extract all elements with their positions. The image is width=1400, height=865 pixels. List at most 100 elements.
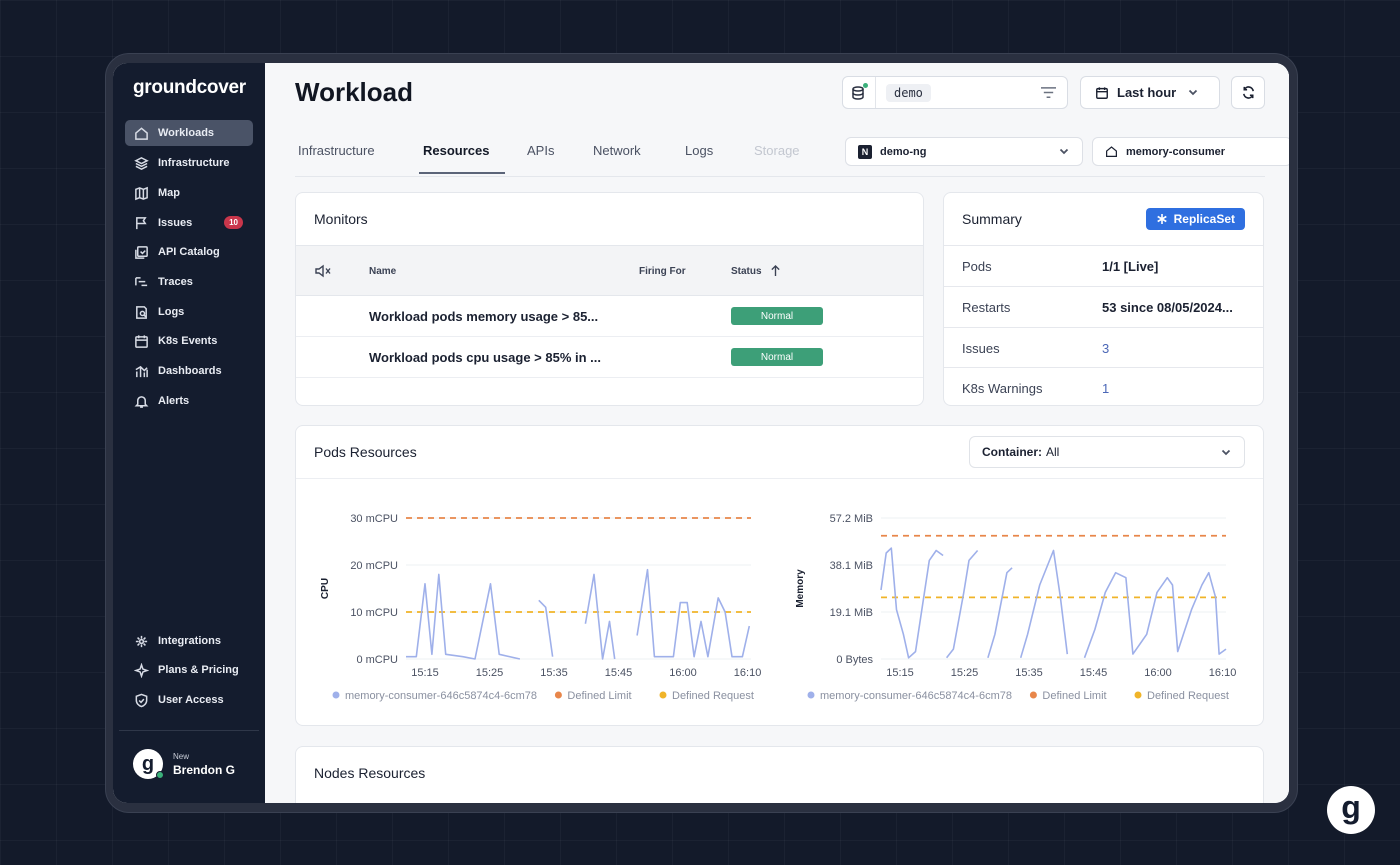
sidebar-item-plans-pricing[interactable]: Plans & Pricing	[125, 657, 253, 683]
legend-label: Defined Request	[672, 690, 754, 702]
sidebar-item-infrastructure[interactable]: Infrastructure	[125, 150, 253, 176]
column-name[interactable]: Name	[369, 266, 396, 277]
user-menu[interactable]: g New Brendon G	[133, 749, 235, 779]
y-tick-label: 19.1 MiB	[830, 607, 873, 619]
groundcover-floating-logo[interactable]: g	[1327, 786, 1375, 834]
bell-icon	[133, 393, 149, 409]
sidebar-item-logs[interactable]: Logs	[125, 299, 253, 325]
chevron-down-icon	[1058, 145, 1070, 160]
replicaset-label: ReplicaSet	[1173, 212, 1235, 226]
y-tick-label: 30 mCPU	[350, 513, 398, 525]
time-range-label: Last hour	[1117, 85, 1177, 100]
user-tag: New	[173, 751, 190, 761]
sidebar-item-map[interactable]: Map	[125, 180, 253, 206]
avatar-letter: g	[141, 753, 155, 775]
sidebar-item-integrations[interactable]: Integrations	[125, 628, 253, 654]
tab-resources[interactable]: Resources	[419, 143, 506, 174]
top-bar: Workload demo Last hour	[265, 63, 1289, 123]
snowflake-icon	[1156, 214, 1167, 224]
mute-icon[interactable]	[314, 263, 332, 284]
legend-marker	[1029, 691, 1037, 699]
tab-infrastructure[interactable]: Infrastructure	[298, 143, 375, 172]
namespace-icon: N	[858, 144, 872, 159]
online-status-dot	[156, 771, 164, 779]
chevron-down-icon	[1187, 86, 1207, 101]
sort-up-icon[interactable]	[770, 264, 781, 282]
y-tick-label: 10 mCPU	[350, 607, 398, 619]
sidebar-item-k8s-events[interactable]: K8s Events	[125, 328, 253, 354]
legend-label: memory-consumer-646c5874c4-6cm78	[820, 690, 1012, 702]
y-axis-label: CPU	[320, 578, 331, 599]
table-row[interactable]: Workload pods cpu usage > 85% in ... Nor…	[296, 337, 923, 378]
workload-selector[interactable]: memory-consumer	[1092, 137, 1289, 166]
series-line	[1083, 571, 1227, 659]
sidebar-item-issues[interactable]: Issues 10	[125, 210, 253, 236]
legend-marker	[807, 691, 815, 699]
series-line	[406, 573, 521, 660]
cpu-chart: 0 mCPU 10 mCPU 20 mCPU 30 mCPU CPU 15:15 15:25…	[320, 513, 762, 702]
filter-icon[interactable]	[1040, 85, 1057, 105]
sidebar-item-workloads[interactable]: Workloads	[125, 120, 253, 146]
container-selector[interactable]: Container: All	[969, 436, 1245, 468]
tab-apis[interactable]: APIs	[527, 143, 554, 172]
column-status[interactable]: Status	[731, 266, 762, 277]
summary-value-link[interactable]: 1	[1102, 381, 1109, 396]
x-tick-label: 16:10	[1209, 667, 1237, 679]
series-line	[987, 567, 1013, 659]
namespace-value: demo-ng	[880, 145, 927, 158]
legend-label: Defined Limit	[567, 690, 631, 702]
nodes-resources-card: Nodes Resources	[295, 746, 1264, 803]
legend-marker	[659, 691, 667, 699]
replicaset-badge[interactable]: ReplicaSet	[1145, 208, 1245, 230]
logs-icon	[133, 304, 149, 320]
dashboards-icon	[133, 363, 149, 379]
sidebar-item-label: K8s Events	[158, 335, 218, 347]
calendar-icon	[1096, 86, 1108, 99]
x-tick-label: 15:25	[951, 667, 979, 679]
sidebar-item-traces[interactable]: Traces	[125, 269, 253, 295]
sidebar-item-label: Workloads	[158, 127, 215, 139]
x-tick-label: 15:35	[1015, 667, 1043, 679]
summary-row-restarts: Restarts 53 since 08/05/2024...	[944, 286, 1263, 327]
connected-dot	[863, 83, 868, 88]
sidebar-item-dashboards[interactable]: Dashboards	[125, 358, 253, 384]
app-window: groundcover Workloads Infrastructure Map…	[113, 63, 1289, 803]
column-firing-for[interactable]: Firing For	[639, 266, 686, 277]
sidebar-item-label: API Catalog	[158, 246, 220, 258]
workload-value: memory-consumer	[1126, 145, 1226, 158]
time-range-picker[interactable]: Last hour	[1080, 76, 1220, 109]
sidebar-item-api-catalog[interactable]: API Catalog	[125, 239, 253, 265]
tab-storage: Storage	[754, 143, 800, 158]
user-name: Brendon G	[173, 762, 235, 777]
main-content: Workload demo Last hour Infrastructure R	[265, 63, 1289, 803]
pods-resources-title: Pods Resources	[314, 444, 417, 460]
environment-selector[interactable]: demo	[842, 76, 1068, 109]
x-tick-label: 15:15	[411, 667, 439, 679]
summary-row-issues[interactable]: Issues 3	[944, 327, 1263, 368]
sidebar-item-label: Plans & Pricing	[158, 664, 239, 676]
sidebar-item-label: Logs	[158, 306, 185, 318]
table-row[interactable]: Workload pods memory usage > 85... Norma…	[296, 296, 923, 337]
y-tick-label: 0 Bytes	[836, 654, 873, 666]
namespace-selector[interactable]: N demo-ng	[845, 137, 1083, 166]
series-line	[538, 599, 554, 657]
refresh-button[interactable]	[1231, 76, 1265, 109]
sidebar-item-alerts[interactable]: Alerts	[125, 388, 253, 414]
x-tick-label: 15:35	[540, 667, 568, 679]
y-tick-label: 38.1 MiB	[830, 560, 873, 572]
sidebar-item-user-access[interactable]: User Access	[125, 687, 253, 713]
x-tick-label: 16:10	[734, 667, 762, 679]
summary-card: Summary ReplicaSet Pods 1/1 [Live] Resta…	[943, 192, 1264, 406]
tab-network[interactable]: Network	[593, 143, 641, 172]
series-line	[584, 573, 616, 660]
legend-marker	[1134, 691, 1142, 699]
legend-marker	[554, 691, 562, 699]
integrations-icon	[133, 633, 149, 649]
summary-key: Restarts	[962, 300, 1011, 315]
summary-row-pods: Pods 1/1 [Live]	[944, 245, 1263, 286]
summary-row-k8s-warnings[interactable]: K8s Warnings 1	[944, 367, 1263, 405]
tab-logs[interactable]: Logs	[685, 143, 713, 172]
summary-value-link[interactable]: 3	[1102, 341, 1109, 356]
api-catalog-icon	[133, 244, 149, 260]
tab-bar: Infrastructure Resources APIs Network Lo…	[265, 127, 825, 177]
